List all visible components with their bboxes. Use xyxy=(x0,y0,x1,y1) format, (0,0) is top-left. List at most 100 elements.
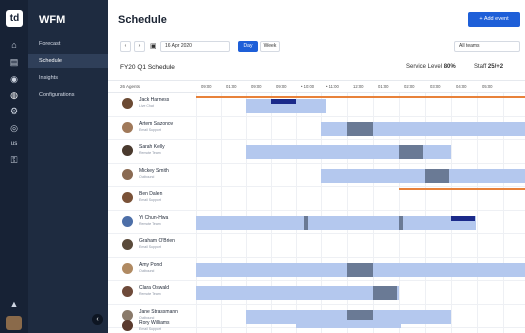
agent-avatar xyxy=(122,262,133,274)
main-content: Schedule + Add event ‹ › ▣ 16 Apr 2020 D… xyxy=(108,0,525,333)
week-view-button[interactable]: Week xyxy=(260,41,280,52)
agent-avatar xyxy=(122,320,133,331)
break-block[interactable] xyxy=(399,215,403,230)
event-block[interactable] xyxy=(271,99,296,104)
agent-name: Graham O'Brien xyxy=(139,238,175,244)
agent-name: Rory Williams xyxy=(139,320,170,326)
app-title: WFM xyxy=(39,14,66,26)
agent-name: Yi Chun-Hwa xyxy=(139,214,169,221)
nav-item-schedule[interactable]: Schedule xyxy=(28,54,108,68)
hour-label: 09:00 xyxy=(201,84,212,89)
break-block[interactable] xyxy=(304,215,308,230)
hour-label: 01:00 xyxy=(226,84,237,89)
wfm-icon[interactable]: ◍ xyxy=(8,90,20,100)
agent-name: Amy Pond xyxy=(139,261,163,268)
hour-label: • 10:00 xyxy=(301,84,315,89)
hour-label: 03:00 xyxy=(430,84,441,89)
agent-team: Outbound xyxy=(139,268,155,273)
hour-label: 01:00 xyxy=(378,84,389,89)
schedule-name: FY20 Q1 Schedule xyxy=(120,64,175,71)
date-field[interactable]: 16 Apr 2020 xyxy=(160,41,230,52)
agent-avatar xyxy=(122,192,133,203)
break-block[interactable] xyxy=(373,286,397,300)
shift-line[interactable] xyxy=(196,96,525,98)
next-button[interactable]: › xyxy=(134,41,145,52)
break-block[interactable] xyxy=(347,262,373,277)
teams-select[interactable]: All teams xyxy=(454,41,520,52)
agent-avatar xyxy=(122,145,133,156)
calendar-icon[interactable]: ▤ xyxy=(8,57,20,67)
agent-name: Artem Sazonov xyxy=(139,120,174,127)
agent-avatar xyxy=(122,121,133,133)
agent-team: Email Support xyxy=(139,127,161,132)
day-view-button[interactable]: Day xyxy=(238,41,258,52)
brand-logo[interactable]: td xyxy=(6,10,23,27)
hour-label: 04:00 xyxy=(456,84,467,89)
nav-item-forecast[interactable]: Forecast xyxy=(28,37,108,51)
agent-team: Email Support xyxy=(139,327,161,331)
agent-avatar xyxy=(122,239,133,250)
agent-row[interactable]: Mickey Smith Outbound xyxy=(108,164,525,187)
shift-block[interactable] xyxy=(196,286,399,300)
wfm-app: td ⌂ ▤ ◉ ◍ ⚙ ◎ ᵘˢ ⚿ ▲ WFM Forecast Sched… xyxy=(0,0,525,333)
shift-block[interactable] xyxy=(296,320,401,328)
agent-avatar xyxy=(122,215,133,227)
agent-team: Remote Team xyxy=(139,151,161,155)
break-block[interactable] xyxy=(425,168,449,183)
hour-label: 02:00 xyxy=(404,84,415,89)
shift-block[interactable] xyxy=(321,168,525,183)
page-title: Schedule xyxy=(118,14,167,26)
hour-label: 05:00 xyxy=(482,84,493,89)
agent-row[interactable]: Sarah Kelly Remote Team xyxy=(108,140,525,164)
agent-row[interactable]: Clara Oswald Remote Team xyxy=(108,281,525,305)
users-icon[interactable]: ᵘˢ xyxy=(8,139,20,149)
agent-team: Live Chat xyxy=(139,104,154,108)
target-icon[interactable]: ◎ xyxy=(8,123,20,133)
hour-label: 09:00 xyxy=(276,84,287,89)
icon-rail: td ⌂ ▤ ◉ ◍ ⚙ ◎ ᵘˢ ⚿ ▲ xyxy=(0,0,28,333)
agent-avatar xyxy=(122,309,133,321)
staff-count: Staff 25/+2 xyxy=(474,64,504,70)
agent-avatar xyxy=(122,168,133,180)
bell-icon[interactable]: ▲ xyxy=(8,299,20,309)
shift-line[interactable] xyxy=(399,188,525,190)
calendar-small-icon: ▣ xyxy=(150,43,157,50)
agent-team: Outbound xyxy=(139,315,155,320)
break-block[interactable] xyxy=(399,145,423,159)
agent-name: Ben Dalen xyxy=(139,191,163,197)
agents-count[interactable]: 26 Agents xyxy=(120,84,140,89)
agent-name: Mickey Smith xyxy=(139,167,169,174)
agent-team: Email Support xyxy=(139,245,161,249)
settings-icon[interactable]: ⚙ xyxy=(8,106,20,116)
grid-header: 26 Agents 09:00 01:00 09:00 09:00 • 10:0… xyxy=(108,80,525,93)
service-level: Service Level 80% xyxy=(406,64,456,70)
check-icon[interactable]: ◉ xyxy=(8,74,20,84)
agent-row[interactable]: Rory Williams Email Support xyxy=(108,320,525,333)
collapse-nav-button[interactable]: ‹ xyxy=(92,314,103,325)
add-event-button[interactable]: + Add event xyxy=(468,12,520,27)
agent-row[interactable]: Artem Sazonov Email Support xyxy=(108,117,525,140)
nav-item-configurations[interactable]: Configurations xyxy=(28,88,108,102)
agent-row[interactable]: Yi Chun-Hwa Remote Team xyxy=(108,211,525,234)
agent-team: Email Support xyxy=(139,198,161,202)
agent-avatar xyxy=(122,98,133,109)
break-block[interactable] xyxy=(347,121,373,136)
current-user-avatar[interactable] xyxy=(6,316,22,330)
agent-avatar xyxy=(122,286,133,297)
agent-name: Jane Strassmann xyxy=(139,308,178,315)
agent-row[interactable]: Ben Dalen Email Support xyxy=(108,187,525,211)
event-block[interactable] xyxy=(451,215,475,221)
agent-team: Remote Team xyxy=(139,292,161,296)
agent-row[interactable]: Jack Harness Live Chat xyxy=(108,93,525,117)
agent-team: Outbound xyxy=(139,174,155,179)
nav-item-insights[interactable]: Insights xyxy=(28,71,108,85)
agent-row[interactable]: Graham O'Brien Email Support xyxy=(108,234,525,258)
key-icon[interactable]: ⚿ xyxy=(8,155,20,165)
agent-team: Remote Team xyxy=(139,221,161,226)
shift-block[interactable] xyxy=(196,215,476,230)
agent-row[interactable]: Amy Pond Outbound xyxy=(108,258,525,281)
hour-label: 12:00 xyxy=(353,84,364,89)
prev-button[interactable]: ‹ xyxy=(120,41,131,52)
agent-name: Jack Harness xyxy=(139,97,170,103)
home-icon[interactable]: ⌂ xyxy=(8,40,20,50)
